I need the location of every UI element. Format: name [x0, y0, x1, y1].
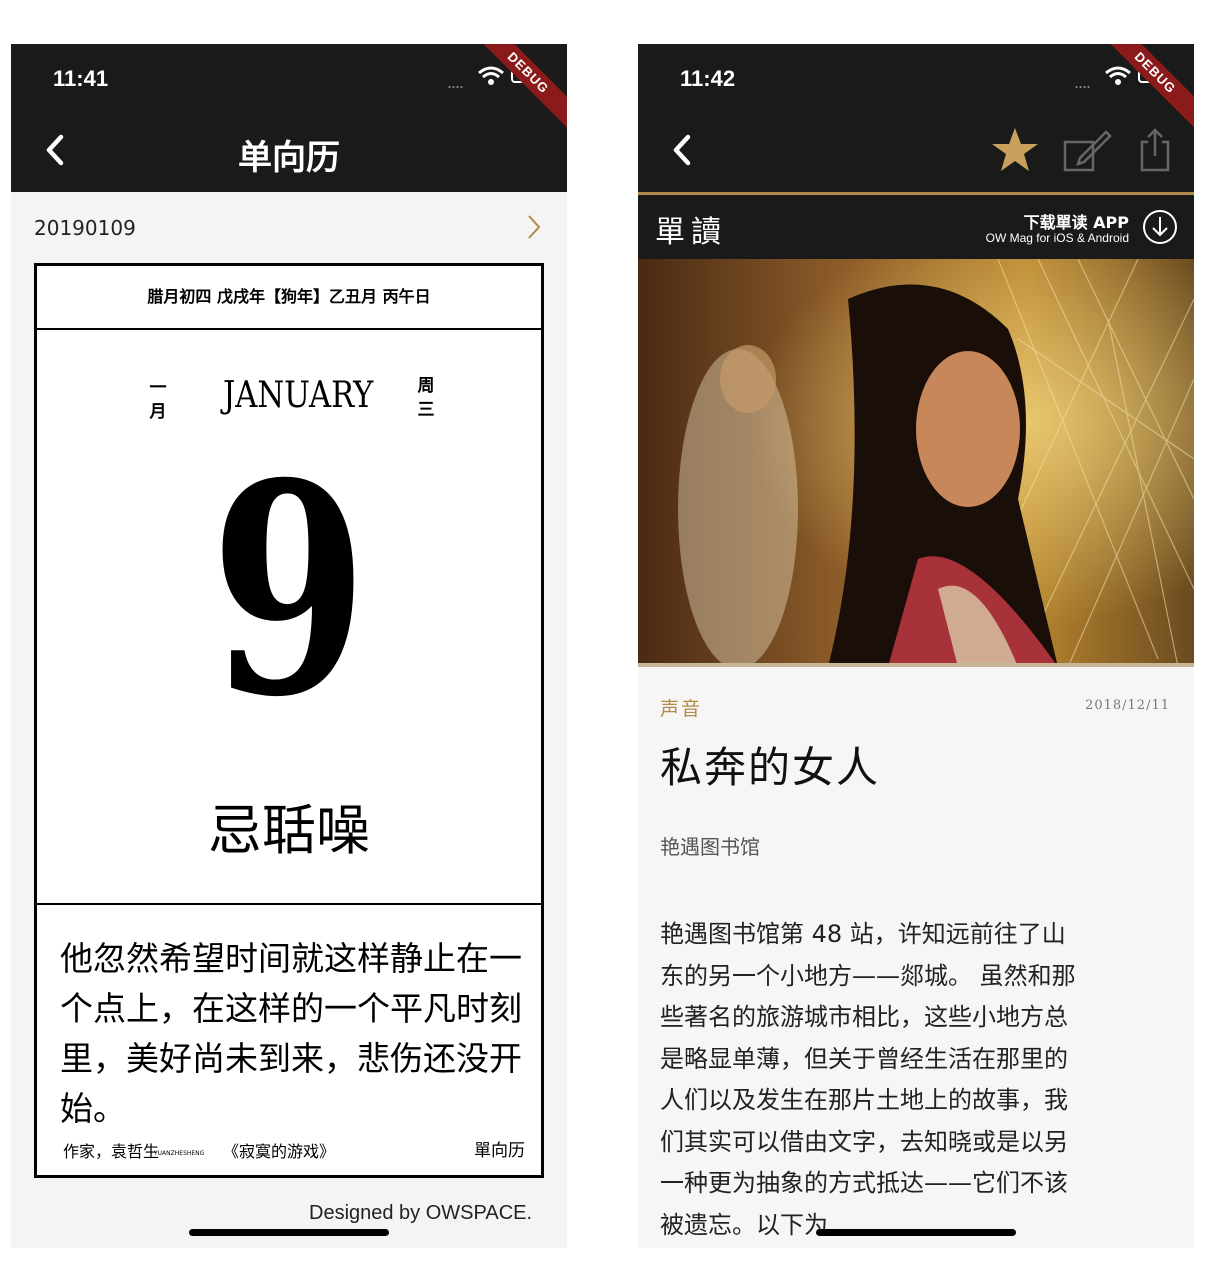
month-english: JANUARY — [223, 375, 374, 416]
signal-icon: .... — [1074, 72, 1091, 92]
month-vertical-bottom: 月 — [149, 402, 167, 422]
calendar-screen: 11:41 .... DEBUG 单向历 20190109 腊月初四 戊戌年【狗… — [11, 44, 567, 1248]
article-hero-image — [638, 258, 1194, 669]
home-indicator[interactable] — [816, 1229, 1016, 1236]
designer-credit: Designed by OWSPACE. — [309, 1202, 533, 1224]
article-column: 艳遇图书馆 — [660, 835, 760, 859]
article-title: 私奔的女人 — [660, 743, 881, 792]
edit-icon[interactable] — [1062, 128, 1112, 179]
download-title: 下载單读 APP — [1023, 213, 1129, 232]
download-icon[interactable] — [1142, 209, 1178, 250]
card-divider — [37, 903, 541, 905]
status-bar: 11:41 .... DEBUG — [11, 44, 567, 141]
date-row[interactable]: 20190109 — [11, 192, 567, 258]
calendar-brand: 單向历 — [474, 1141, 525, 1161]
author-pinyin: YUANZHESHENG — [154, 1150, 205, 1157]
share-icon[interactable] — [1138, 128, 1172, 179]
article-screen: 11:42 .... DEBUG 單讀 下载單读 APP OW Mag for … — [638, 44, 1194, 1248]
quote-author: 作家，袁哲生 — [63, 1142, 160, 1161]
weekday-vertical-bottom: 三 — [417, 400, 435, 420]
article-category[interactable]: 声音 — [660, 694, 702, 721]
weekday-vertical: 周 三 — [416, 374, 436, 422]
calendar-card: 腊月初四 戊戌年【狗年】乙丑月 丙午日 一 月 JANUARY 周 三 9 忌聒… — [34, 263, 544, 1178]
weekday-vertical-top: 周 — [417, 376, 435, 396]
signal-icon: .... — [447, 72, 464, 92]
date-label: 20190109 — [34, 216, 136, 240]
wifi-icon — [1104, 66, 1132, 91]
month-vertical: 一 月 — [148, 376, 168, 424]
download-subtitle: OW Mag for iOS & Android — [985, 231, 1129, 245]
wifi-icon — [477, 66, 505, 91]
article-body: 艳遇图书馆第 48 站，许知远前往了山东的另一个小地方——郯城。 虽然和那些著名… — [660, 920, 1076, 1239]
day-number: 9 — [210, 421, 368, 761]
chevron-right-icon[interactable] — [526, 214, 542, 245]
daily-quote: 他忽然希望时间就这样静止在一个点上，在这样的一个平凡时刻里，美好尚未到来，悲伤还… — [60, 939, 522, 1128]
app-logo: 單讀 — [655, 215, 727, 250]
status-time: 11:41 — [53, 66, 109, 91]
quote-source: 《寂寞的游戏》 — [223, 1142, 336, 1161]
status-bar: 11:42 .... DEBUG — [638, 44, 1194, 141]
month-vertical-top: 一 — [149, 378, 167, 398]
article-date: 2018/12/11 — [1085, 698, 1170, 713]
download-banner[interactable]: 單讀 下载單读 APP OW Mag for iOS & Android — [638, 195, 1194, 259]
nav-bar — [638, 108, 1194, 192]
page-title: 单向历 — [238, 138, 340, 178]
taboo-text: 忌聒噪 — [208, 799, 370, 862]
status-time: 11:42 — [680, 66, 736, 91]
star-icon[interactable] — [990, 126, 1040, 179]
home-indicator[interactable] — [189, 1229, 389, 1236]
back-button[interactable] — [668, 132, 696, 173]
nav-bar: 单向历 — [11, 108, 567, 192]
lunar-date: 腊月初四 戊戌年【狗年】乙丑月 丙午日 — [37, 266, 541, 330]
hero-bottom-edge — [638, 663, 1194, 667]
